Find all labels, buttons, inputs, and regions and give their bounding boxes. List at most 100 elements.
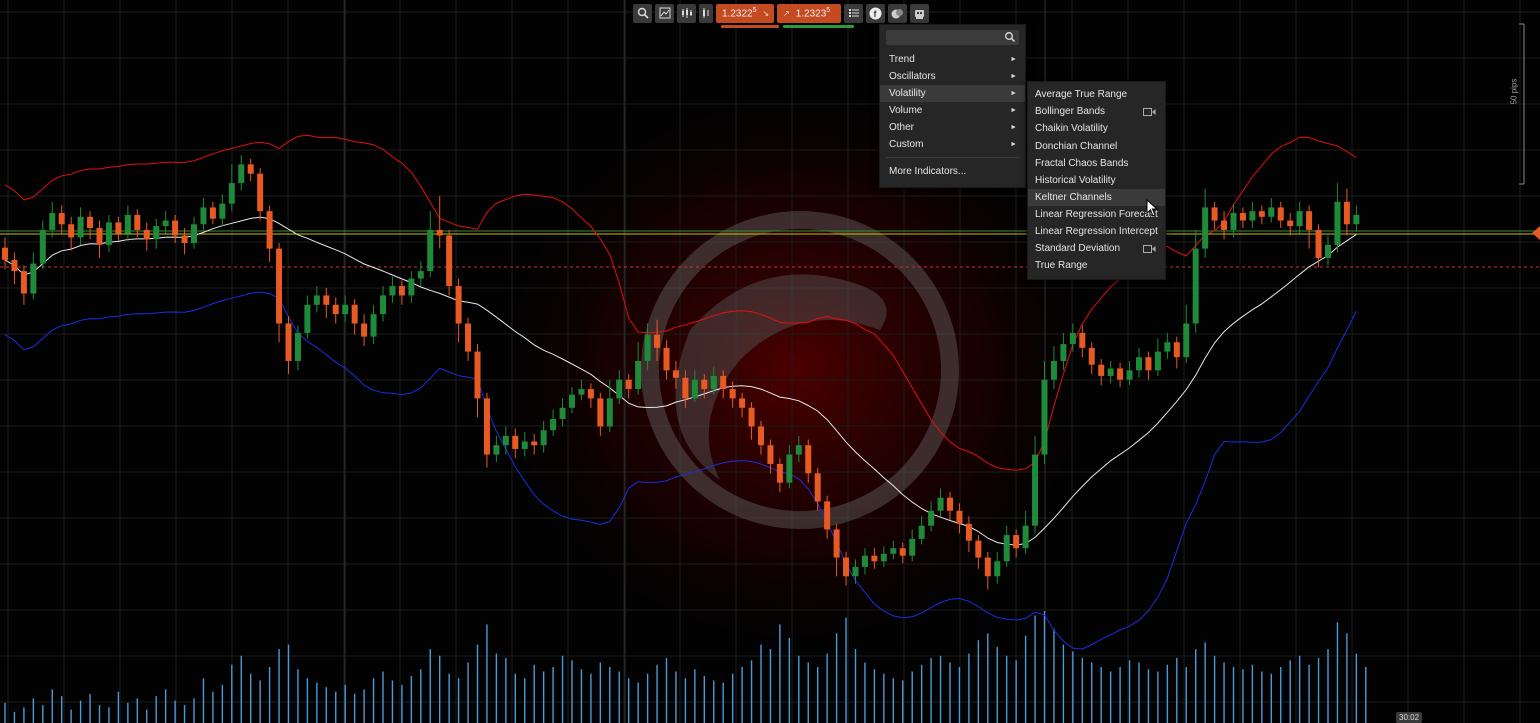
candle-body bbox=[313, 295, 320, 305]
theme-button[interactable] bbox=[888, 3, 907, 23]
submenu-item-label: True Range bbox=[1035, 260, 1088, 271]
caret-right-icon: ► bbox=[1010, 90, 1017, 97]
candle-body bbox=[77, 216, 84, 238]
candle-body bbox=[96, 228, 103, 245]
candle-body bbox=[1277, 207, 1284, 221]
candle-body bbox=[436, 229, 443, 236]
indicator-search-input[interactable] bbox=[886, 30, 1019, 45]
candle-body bbox=[39, 229, 46, 264]
candle-body bbox=[1183, 323, 1190, 358]
candle-body bbox=[909, 538, 916, 556]
caret-right-icon: ► bbox=[1010, 73, 1017, 80]
candle-body bbox=[153, 226, 160, 240]
submenu-item-standard-deviation[interactable]: Standard Deviation bbox=[1028, 240, 1165, 257]
candle-body bbox=[795, 445, 802, 455]
submenu-item-average-true-range[interactable]: Average True Range bbox=[1028, 86, 1165, 103]
menu-item-other[interactable]: Other ► bbox=[880, 119, 1025, 136]
automation-button[interactable] bbox=[910, 3, 929, 23]
indicators-button[interactable] bbox=[677, 3, 696, 23]
candle-body bbox=[1239, 213, 1246, 221]
submenu-item-historical-volatility[interactable]: Historical Volatility bbox=[1028, 172, 1165, 189]
candle-body bbox=[181, 235, 188, 243]
candle-body bbox=[1164, 342, 1171, 352]
more-indicators-label: More Indicators... bbox=[889, 166, 967, 177]
candle-timer: 30:02 bbox=[1396, 712, 1423, 723]
price-chart[interactable] bbox=[0, 0, 1540, 723]
submenu-item-keltner-channels[interactable]: Keltner Channels bbox=[1028, 189, 1165, 206]
candle-body bbox=[682, 377, 689, 399]
sell-underline bbox=[721, 25, 779, 28]
video-icon[interactable] bbox=[1143, 108, 1156, 116]
candle-body bbox=[172, 220, 179, 236]
submenu-item-donchian-channel[interactable]: Donchian Channel bbox=[1028, 138, 1165, 155]
candle-body bbox=[625, 379, 632, 390]
candle-body bbox=[276, 248, 283, 324]
candle-body bbox=[200, 207, 207, 225]
candle-body bbox=[1202, 207, 1209, 249]
candle-body bbox=[606, 398, 613, 427]
candle-body bbox=[285, 323, 292, 361]
submenu-item-bollinger-bands[interactable]: Bollinger Bands bbox=[1028, 103, 1165, 120]
menu-item-custom[interactable]: Custom ► bbox=[880, 136, 1025, 153]
video-icon[interactable] bbox=[1143, 245, 1156, 253]
candle-body bbox=[758, 426, 764, 446]
indicators-menu: Trend ► Oscillators ► Volatility ► Volume ► … bbox=[879, 24, 1026, 188]
candle-body bbox=[691, 379, 698, 399]
candle-body bbox=[587, 389, 594, 399]
menu-item-volatility[interactable]: Volatility ► bbox=[880, 85, 1025, 102]
candle-body bbox=[1173, 342, 1180, 358]
trading-chart-app: 1.23225 ↘ ↗ 1.23235 f Trend ► Oscillators… bbox=[0, 0, 1540, 723]
candle-body bbox=[1325, 244, 1331, 258]
buy-price: 1.2323 bbox=[795, 8, 827, 20]
sell-price-button[interactable]: 1.23225 ↘ bbox=[716, 3, 774, 23]
buy-price-button[interactable]: ↗ 1.23235 bbox=[777, 3, 841, 23]
candle-body bbox=[994, 561, 1001, 577]
candle-body bbox=[1032, 454, 1039, 526]
candle-body bbox=[1136, 357, 1142, 371]
candle-body bbox=[843, 557, 850, 577]
candle-body bbox=[380, 295, 386, 315]
candle-body bbox=[550, 419, 557, 431]
candle-body bbox=[1249, 211, 1256, 221]
candle-body bbox=[1050, 360, 1057, 380]
candle-body bbox=[323, 295, 330, 305]
more-indicators-item[interactable]: More Indicators... bbox=[880, 163, 1025, 180]
menu-item-trend[interactable]: Trend ► bbox=[880, 51, 1025, 68]
candle-body bbox=[474, 351, 481, 399]
candle-body bbox=[663, 347, 670, 371]
candle-body bbox=[87, 216, 94, 229]
menu-item-volume[interactable]: Volume ► bbox=[880, 102, 1025, 119]
candle-body bbox=[266, 211, 273, 249]
candle-body bbox=[654, 334, 661, 348]
candle-body bbox=[1221, 220, 1228, 230]
chart-type-button[interactable] bbox=[699, 3, 713, 23]
candle-body bbox=[483, 398, 490, 455]
submenu-item-true-range[interactable]: True Range bbox=[1028, 257, 1165, 274]
submenu-item-linear-regression-intercept[interactable]: Linear Regression Intercept bbox=[1028, 223, 1165, 240]
candle-body bbox=[493, 445, 500, 455]
zoom-button[interactable] bbox=[633, 3, 652, 23]
submenu-item-fractal-chaos-bands[interactable]: Fractal Chaos Bands bbox=[1028, 155, 1165, 172]
candle-body bbox=[616, 379, 623, 399]
candle-body bbox=[162, 220, 169, 227]
candle-body bbox=[191, 224, 197, 243]
watchlist-button[interactable] bbox=[844, 3, 863, 23]
social-button[interactable]: f bbox=[866, 3, 885, 23]
candle-body bbox=[1343, 201, 1350, 225]
social-icon: f bbox=[869, 7, 882, 19]
candle-body bbox=[861, 555, 868, 567]
submenu-item-chaikin-volatility[interactable]: Chaikin Volatility bbox=[1028, 120, 1165, 137]
candle-body bbox=[928, 510, 935, 526]
submenu-item-linear-regression-forecast[interactable]: Linear Regression Forecast bbox=[1028, 206, 1165, 223]
draw-tools-button[interactable] bbox=[655, 3, 674, 23]
menu-divider bbox=[886, 157, 1019, 158]
candle-body bbox=[569, 394, 575, 408]
candle-body bbox=[502, 435, 509, 446]
buy-arrow-icon: ↗ bbox=[783, 8, 790, 18]
candle-body bbox=[984, 557, 991, 577]
candle-body bbox=[58, 213, 65, 225]
candle-body bbox=[899, 548, 906, 556]
menu-item-oscillators[interactable]: Oscillators ► bbox=[880, 68, 1025, 85]
candle-body bbox=[2, 247, 8, 260]
candle-body bbox=[635, 360, 642, 390]
